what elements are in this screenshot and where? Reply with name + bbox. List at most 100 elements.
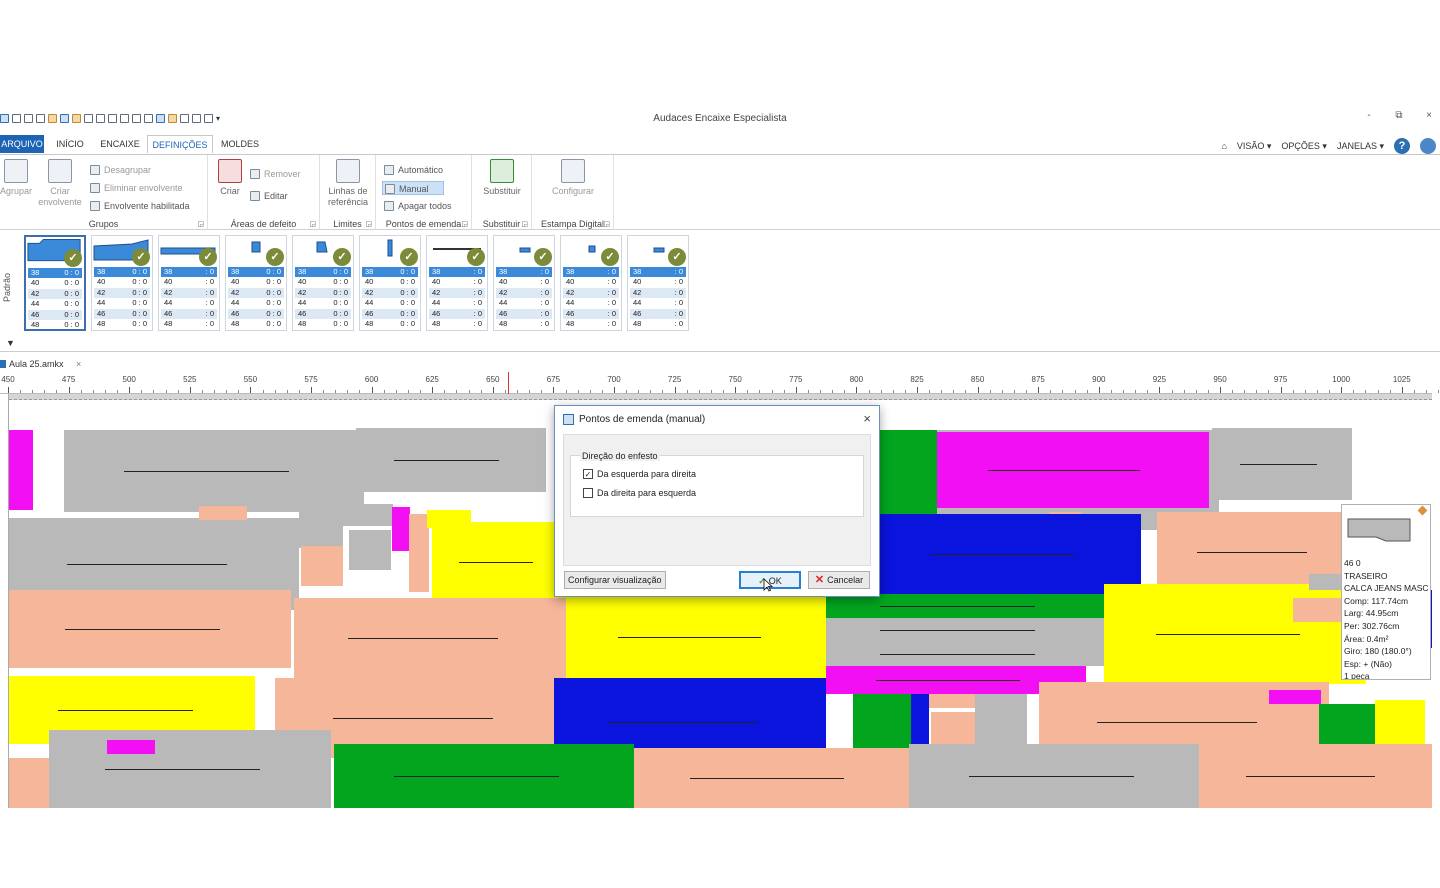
- size-row[interactable]: 40: 0: [496, 277, 552, 287]
- marker-piece[interactable]: [824, 642, 1106, 666]
- size-row[interactable]: 46: 0: [496, 308, 552, 319]
- marker-piece[interactable]: [929, 694, 979, 708]
- checkbox-left-to-right[interactable]: ✓ Da esquerda para direita: [583, 468, 696, 480]
- size-row[interactable]: 38: 0: [496, 267, 552, 278]
- size-row[interactable]: 44: 0: [630, 298, 686, 308]
- document-tab[interactable]: Aula 25.amkx: [9, 359, 64, 369]
- dialog-launcher-icon[interactable]: ◲: [461, 220, 468, 228]
- size-row[interactable]: 38 0 : 0: [228, 267, 284, 278]
- menu-opcoes[interactable]: OPÇÕES ▾: [1281, 141, 1327, 152]
- collapse-ribbon-icon[interactable]: ⌂: [1221, 141, 1226, 151]
- marker-piece[interactable]: [933, 432, 1209, 508]
- marker-piece[interactable]: [566, 594, 826, 680]
- size-row[interactable]: 48 0 : 0: [362, 319, 418, 329]
- piece-card[interactable]: ✓ 38: 0 40: 0 42: 0 44: 0 46: 0 48: 0: [426, 235, 488, 331]
- marker-piece[interactable]: [909, 744, 1209, 808]
- criar-area-button[interactable]: Criar: [214, 159, 246, 197]
- size-row[interactable]: 40 0 : 0: [28, 278, 82, 288]
- manual-button[interactable]: Manual: [382, 181, 444, 195]
- size-row[interactable]: 48: 0: [161, 319, 217, 329]
- checkbox-box[interactable]: ✓: [583, 469, 593, 479]
- size-row[interactable]: 42: 0: [429, 287, 485, 299]
- size-row[interactable]: 38 0 : 0: [362, 267, 418, 278]
- criar-envolvente-button[interactable]: Criar envolvente: [36, 159, 84, 208]
- size-row[interactable]: 44 0 : 0: [28, 299, 82, 309]
- marker-piece[interactable]: [349, 530, 391, 570]
- tab-moldes[interactable]: MOLDES: [218, 135, 262, 153]
- marker-piece[interactable]: [299, 498, 343, 548]
- substituir-button[interactable]: Substituir: [478, 159, 526, 197]
- marker-piece[interactable]: [853, 694, 911, 754]
- editar-area-button[interactable]: Editar: [248, 189, 288, 203]
- marker-piece[interactable]: [634, 748, 914, 808]
- size-row[interactable]: 46 0 : 0: [28, 309, 82, 320]
- cancel-button[interactable]: ✕ Cancelar: [808, 571, 870, 589]
- marker-piece[interactable]: [334, 744, 634, 808]
- marker-piece[interactable]: [879, 514, 1141, 594]
- size-row[interactable]: 46 0 : 0: [362, 308, 418, 319]
- size-row[interactable]: 40: 0: [630, 277, 686, 287]
- size-row[interactable]: 40 0 : 0: [295, 277, 351, 287]
- size-row[interactable]: 46 0 : 0: [295, 308, 351, 319]
- size-row[interactable]: 46: 0: [563, 308, 619, 319]
- size-row[interactable]: 44 0 : 0: [295, 298, 351, 308]
- size-row[interactable]: 48: 0: [429, 319, 485, 329]
- pin-icon[interactable]: [1417, 505, 1428, 516]
- size-row[interactable]: 40: 0: [161, 277, 217, 287]
- marker-piece[interactable]: [975, 694, 1027, 750]
- tab-inicio[interactable]: INÍCIO: [50, 135, 90, 153]
- marker-piece[interactable]: [341, 504, 393, 526]
- size-row[interactable]: 44 0 : 0: [94, 298, 150, 308]
- dialog-launcher-icon[interactable]: ◲: [309, 220, 316, 228]
- size-row[interactable]: 44: 0: [496, 298, 552, 308]
- size-row[interactable]: 48: 0: [496, 319, 552, 329]
- size-row[interactable]: 42: 0: [496, 287, 552, 299]
- size-row[interactable]: 38 0 : 0: [295, 267, 351, 278]
- size-row[interactable]: 40 0 : 0: [94, 277, 150, 287]
- size-row[interactable]: 40: 0: [563, 277, 619, 287]
- piece-card[interactable]: ✓ 38: 0 40: 0 42: 0 44: 0 46: 0 48: 0: [627, 235, 689, 331]
- linhas-referencia-button[interactable]: Linhas de referência: [324, 159, 372, 208]
- apagar-todos-button[interactable]: Apagar todos: [382, 199, 452, 213]
- automatico-button[interactable]: Automático: [382, 163, 443, 177]
- size-row[interactable]: 46 0 : 0: [94, 308, 150, 319]
- size-row[interactable]: 44 0 : 0: [228, 298, 284, 308]
- size-row[interactable]: 44: 0: [429, 298, 485, 308]
- size-row[interactable]: 42 0 : 0: [228, 287, 284, 299]
- dialog-launcher-icon[interactable]: ◲: [603, 220, 610, 228]
- size-row[interactable]: 46 0 : 0: [228, 308, 284, 319]
- dialog-launcher-icon[interactable]: ◲: [197, 220, 204, 228]
- agrupar-button[interactable]: Agrupar: [0, 159, 32, 197]
- desagrupar-button[interactable]: Desagrupar: [88, 163, 151, 177]
- marker-piece[interactable]: [1269, 690, 1321, 704]
- marker-piece[interactable]: [356, 428, 546, 492]
- size-row[interactable]: 42 0 : 0: [28, 288, 82, 300]
- size-row[interactable]: 38 0 : 0: [94, 267, 150, 278]
- size-row[interactable]: 48: 0: [563, 319, 619, 329]
- checkbox-right-to-left[interactable]: Da direita para esquerda: [583, 487, 696, 499]
- marker-piece[interactable]: [1212, 428, 1352, 500]
- size-row[interactable]: 48 0 : 0: [94, 319, 150, 329]
- marker-piece[interactable]: [824, 594, 1106, 618]
- help-icon[interactable]: ?: [1394, 138, 1410, 154]
- marker-piece[interactable]: [1293, 598, 1343, 622]
- eliminar-envolvente-button[interactable]: Eliminar envolvente: [88, 181, 183, 195]
- marker-piece[interactable]: [432, 522, 566, 602]
- piece-card[interactable]: ✓ 38: 0 40: 0 42: 0 44: 0 46: 0 48: 0: [493, 235, 555, 331]
- size-row[interactable]: 40 0 : 0: [228, 277, 284, 287]
- piece-card[interactable]: ✓ 38 0 : 0 40 0 : 0 42 0 : 0 44 0 : 0 46 0 : 0 48 0 …: [225, 235, 287, 331]
- menu-janelas[interactable]: JANELAS ▾: [1337, 141, 1384, 152]
- close-document-icon[interactable]: ×: [76, 359, 81, 369]
- marker-piece[interactable]: [107, 740, 155, 754]
- marker-piece[interactable]: [824, 618, 1106, 642]
- tab-encaixe[interactable]: ENCAIXE: [98, 135, 142, 153]
- piece-card[interactable]: ✓ 38: 0 40: 0 42: 0 44: 0 46: 0 48: 0: [158, 235, 220, 331]
- dialog-launcher-icon[interactable]: ◲: [521, 220, 528, 228]
- remover-area-button[interactable]: Remover: [248, 167, 301, 181]
- piece-card[interactable]: ✓ 38 0 : 0 40 0 : 0 42 0 : 0 44 0 : 0 46 0 : 0 48 0 …: [24, 235, 86, 331]
- marker-piece[interactable]: [879, 430, 937, 518]
- marker-piece[interactable]: [1245, 590, 1275, 606]
- size-row[interactable]: 42: 0: [563, 287, 619, 299]
- size-row[interactable]: 44 0 : 0: [362, 298, 418, 308]
- size-row[interactable]: 42 0 : 0: [362, 287, 418, 299]
